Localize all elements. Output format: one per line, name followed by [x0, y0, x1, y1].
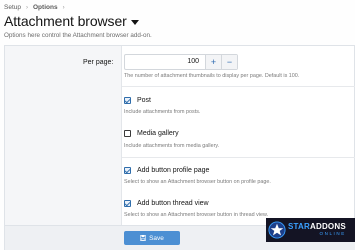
profile-page-checkbox[interactable]	[124, 167, 131, 174]
caret-down-icon[interactable]	[130, 19, 139, 25]
profile-page-label: Add button profile page	[137, 167, 210, 174]
option-media-gallery[interactable]: Media gallery	[124, 130, 179, 137]
breadcrumb-setup[interactable]: Setup	[4, 4, 21, 11]
post-hint: Include attachments from posts.	[124, 109, 201, 115]
profile-page-hint: Select to show an Attachment browser but…	[124, 179, 271, 185]
per-page-hint: The number of attachment thumbnails to d…	[124, 73, 300, 79]
post-checkbox[interactable]	[124, 97, 131, 104]
watermark-text: STARADDONS ONLINE	[288, 223, 346, 237]
star-icon	[268, 221, 286, 239]
media-gallery-hint: Include attachments from media gallery.	[124, 143, 220, 149]
decrement-button[interactable]: −	[221, 55, 237, 69]
per-page-stepper: 100 + −	[124, 54, 238, 70]
watermark-addons: ADDONS	[309, 222, 346, 232]
option-add-button-profile-page[interactable]: Add button profile page	[124, 167, 209, 174]
option-post[interactable]: Post	[124, 97, 151, 104]
divider	[122, 86, 355, 87]
thread-view-hint: Select to show an Attachment browser but…	[124, 212, 269, 218]
thread-view-checkbox[interactable]	[124, 200, 131, 207]
media-gallery-label: Media gallery	[137, 130, 179, 137]
breadcrumb-separator: ›	[26, 4, 28, 11]
thread-view-label: Add button thread view	[137, 200, 209, 207]
per-page-input[interactable]: 100	[125, 55, 205, 69]
watermark-line1: STARADDONS	[288, 223, 346, 231]
watermark-star: STAR	[288, 222, 310, 232]
increment-button[interactable]: +	[205, 55, 221, 69]
page-title: Attachment browser	[4, 13, 127, 29]
title-row: Attachment browser	[4, 13, 139, 29]
media-gallery-checkbox[interactable]	[124, 130, 131, 137]
breadcrumb: Setup › Options ›	[4, 4, 65, 11]
page-description: Options here control the Attachment brow…	[4, 32, 152, 39]
option-add-button-thread-view[interactable]: Add button thread view	[124, 200, 209, 207]
post-label: Post	[137, 97, 152, 104]
divider	[122, 157, 355, 158]
label-column	[5, 46, 122, 250]
save-button[interactable]: Save	[124, 231, 180, 245]
breadcrumb-options[interactable]: Options	[33, 4, 58, 11]
save-icon	[140, 235, 147, 241]
star-addons-watermark: STARADDONS ONLINE	[266, 218, 355, 242]
breadcrumb-separator: ›	[62, 4, 65, 11]
per-page-label: Per page:	[83, 59, 114, 66]
save-label: Save	[149, 234, 164, 242]
watermark-line2: ONLINE	[319, 231, 346, 237]
